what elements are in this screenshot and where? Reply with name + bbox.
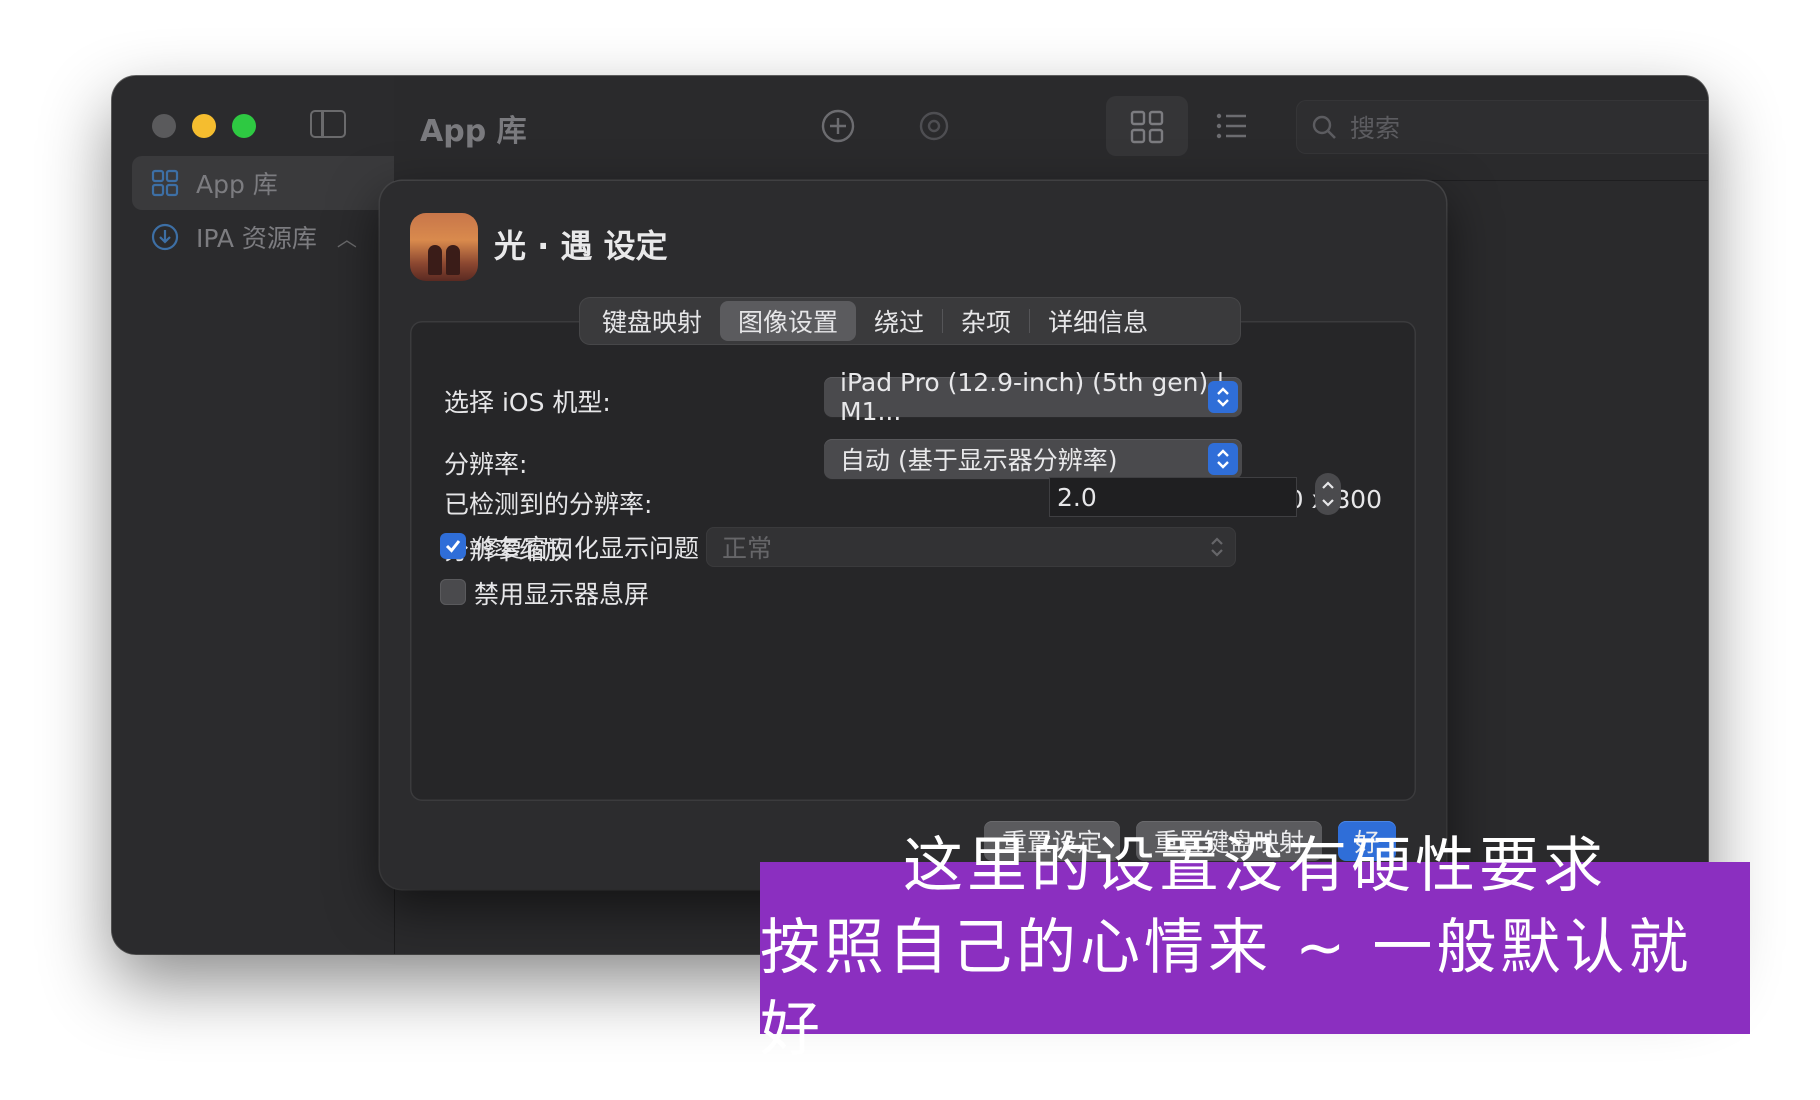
- chevron-updown-icon: [1202, 531, 1232, 563]
- sidebar-item-app-library[interactable]: App 库: [132, 156, 394, 210]
- caption-line-1: 这里的设置没有硬性要求: [903, 831, 1607, 901]
- minimize-window-button[interactable]: [192, 114, 216, 138]
- sidebar-item-label: App 库: [196, 170, 278, 199]
- maximize-window-button[interactable]: [232, 114, 256, 138]
- sidebar-toggle-icon[interactable]: [310, 110, 346, 138]
- tab-misc[interactable]: 杂项: [943, 301, 1029, 341]
- search-icon: [1312, 115, 1336, 139]
- add-icon[interactable]: [818, 106, 858, 146]
- scale-input[interactable]: 2.0: [1049, 477, 1297, 517]
- detected-resolution-label: 已检测到的分辨率:: [444, 490, 653, 519]
- tab-keymap[interactable]: 键盘映射: [584, 301, 720, 341]
- caption-line-2: 按照自己的心情来 ~ 一般默认就好: [760, 913, 1693, 1065]
- chevron-updown-icon: [1208, 443, 1238, 475]
- sidebar: App 库 IPA 资源库 ︿: [112, 76, 395, 954]
- settings-sheet: 光 · 遇 设定 选择 iOS 机型: iPad Pro (12.9-inch)…: [380, 181, 1446, 889]
- download-circle-icon: [151, 223, 179, 251]
- settings-tabs: 键盘映射 图像设置 绕过 杂项 详细信息: [580, 298, 1240, 344]
- resolution-select[interactable]: 自动 (基于显示器分辨率): [824, 439, 1242, 479]
- grid-icon: [151, 169, 179, 197]
- device-value: iPad Pro (12.9-inch) (5th gen) | M1...: [840, 368, 1225, 426]
- fix-window-mode-value: 正常: [722, 534, 773, 563]
- disable-sleep-label: 禁用显示器息屏: [474, 580, 650, 609]
- sidebar-item-ipa-library[interactable]: IPA 资源库 ︿: [132, 210, 394, 264]
- grid-view-toggle[interactable]: [1106, 96, 1188, 156]
- grid-view-icon: [1130, 110, 1164, 144]
- tab-details[interactable]: 详细信息: [1030, 301, 1166, 341]
- resolution-value: 自动 (基于显示器分辨率): [840, 446, 1118, 475]
- search-input[interactable]: 搜索: [1296, 100, 1708, 154]
- fix-window-mode-select[interactable]: 正常: [706, 527, 1236, 567]
- device-select[interactable]: iPad Pro (12.9-inch) (5th gen) | M1...: [824, 368, 1242, 426]
- sidebar-item-label: IPA 资源库: [196, 224, 317, 253]
- checkmark-icon: [445, 540, 461, 553]
- device-label: 选择 iOS 机型:: [444, 388, 611, 417]
- resolution-label: 分辨率:: [444, 450, 528, 479]
- gear-icon[interactable]: [914, 106, 954, 146]
- tab-bypass[interactable]: 绕过: [856, 301, 942, 341]
- app-icon: [410, 213, 478, 281]
- search-placeholder: 搜索: [1350, 114, 1401, 143]
- chevron-up-icon[interactable]: ︿: [337, 223, 357, 252]
- toolbar: App 库 搜索: [394, 76, 1708, 181]
- fix-window-checkbox[interactable]: [440, 533, 466, 559]
- close-window-button[interactable]: [152, 114, 176, 138]
- stepper-arrows-icon: [1322, 481, 1334, 507]
- fix-window-label: 修复窗口化显示问题: [474, 534, 700, 563]
- sheet-title: 光 · 遇 设定: [494, 227, 668, 265]
- caption-overlay: 这里的设置没有硬性要求 按照自己的心情来 ~ 一般默认就好: [760, 831, 1750, 1065]
- toolbar-title: App 库: [420, 114, 527, 149]
- disable-sleep-checkbox[interactable]: [440, 579, 466, 605]
- chevron-updown-icon: [1208, 381, 1238, 413]
- scale-stepper[interactable]: [1315, 473, 1341, 515]
- tab-graphics[interactable]: 图像设置: [720, 301, 857, 341]
- list-view-icon[interactable]: [1212, 106, 1252, 146]
